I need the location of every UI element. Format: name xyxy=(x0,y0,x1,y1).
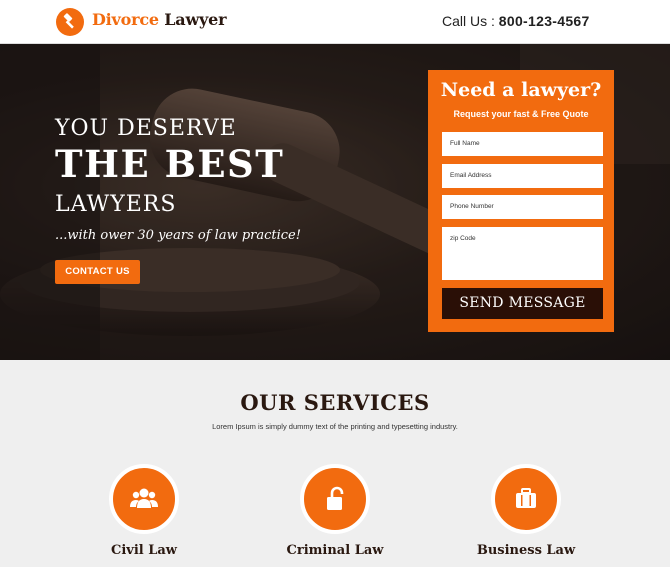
logo-word-2: Lawyer xyxy=(164,10,227,29)
site-header: Divorce Lawyer Call Us : 800-123-4567 xyxy=(0,0,670,44)
quote-form: Need a lawyer? Request your fast & Free … xyxy=(428,70,614,332)
services-description: Lorem Ipsum is simply dummy text of the … xyxy=(212,422,458,431)
service-label-civil-law[interactable]: Civil Law xyxy=(69,543,219,558)
call-label: Call Us : xyxy=(442,13,495,29)
full-name-input[interactable]: Full Name xyxy=(442,132,603,156)
form-subtitle: Request your fast & Free Quote xyxy=(453,109,589,119)
zip-placeholder: zip Code xyxy=(450,235,476,242)
phone-number[interactable]: 800-123-4567 xyxy=(499,13,590,29)
hero-section: YOU DESERVE THE BEST LAWYERS ...with owe… xyxy=(0,44,670,360)
logo-word-1: Divorce xyxy=(92,10,159,29)
gavel-icon[interactable] xyxy=(56,8,84,36)
zip-code-textarea[interactable]: zip Code xyxy=(442,227,603,280)
phone-placeholder: Phone Number xyxy=(450,203,494,210)
full-name-placeholder: Full Name xyxy=(450,140,480,147)
contact-us-button[interactable]: CONTACT US xyxy=(55,260,140,284)
services-title: OUR SERVICES xyxy=(240,390,430,415)
service-label-criminal-law[interactable]: Criminal Law xyxy=(260,543,410,558)
email-input[interactable]: Email Address xyxy=(442,164,603,188)
users-icon[interactable] xyxy=(109,464,179,534)
unlock-icon[interactable] xyxy=(300,464,370,534)
services-section: OUR SERVICES Lorem Ipsum is simply dummy… xyxy=(0,360,670,567)
hero-tagline: ...with ower 30 years of law practice! xyxy=(55,228,301,243)
call-us: Call Us : 800-123-4567 xyxy=(442,13,590,29)
site-logo[interactable]: Divorce Lawyer xyxy=(92,10,227,29)
service-label-business-law[interactable]: Business Law xyxy=(451,543,601,558)
phone-input[interactable]: Phone Number xyxy=(442,195,603,219)
form-title: Need a lawyer? xyxy=(440,79,602,101)
hero-heading-line-2: THE BEST xyxy=(55,142,285,186)
hero-heading-line-3: LAWYERS xyxy=(55,192,177,217)
hero-heading-line-1: YOU DESERVE xyxy=(55,116,237,141)
send-message-button[interactable]: SEND MESSAGE xyxy=(442,288,603,319)
email-placeholder: Email Address xyxy=(450,172,492,179)
briefcase-icon[interactable] xyxy=(491,464,561,534)
